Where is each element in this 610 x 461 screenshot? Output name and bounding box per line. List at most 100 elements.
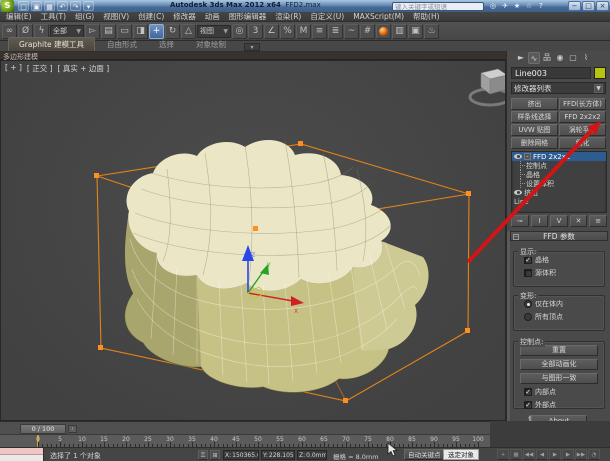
open-file-icon[interactable]: ▣ [31, 1, 42, 11]
ffd-parameters-rollout-header[interactable]: − FFD 参数 [510, 231, 608, 241]
stack-item-2[interactable]: Line [512, 197, 606, 206]
stack-item-1[interactable]: 挤出 [512, 188, 606, 197]
outside-points-row[interactable]: ✓ 外部点 [524, 400, 604, 410]
workspace-dropdown-icon[interactable]: ▾ [83, 1, 94, 11]
only-in-volume-radio[interactable] [524, 300, 532, 308]
next-frame-arrow[interactable]: › [68, 424, 77, 433]
modifier-button-6[interactable]: 删除网格 [511, 137, 558, 149]
window-crossing-icon[interactable]: ◨ [133, 23, 148, 39]
object-name-field[interactable]: Line003 [511, 67, 591, 79]
modifier-button-5[interactable]: 涡轮平滑 [559, 124, 606, 136]
save-file-icon[interactable]: ▦ [44, 1, 55, 11]
undo-icon[interactable]: ↶ [57, 1, 68, 11]
tab-create[interactable]: ► [515, 52, 527, 64]
maxscript-mini-listener[interactable] [0, 448, 44, 461]
tab-display[interactable]: ▢ [567, 52, 579, 64]
use-pivot-point-icon[interactable]: ◎ [232, 23, 247, 39]
modifier-button-1[interactable]: FFD(长方体) [559, 98, 606, 110]
tab-hierarchy[interactable]: 品 [541, 52, 553, 64]
menu-item-2[interactable]: 组(G) [75, 11, 94, 22]
viewport-shading-menu[interactable]: [ 真实 + 边面 ] [58, 63, 110, 74]
ribbon-tab-1[interactable]: 自由形式 [97, 38, 147, 51]
subscription-icon[interactable]: ✈ [500, 1, 510, 11]
reference-coordinate-dropdown[interactable]: 视图 ▼ [197, 24, 231, 38]
rectangular-selection-region-icon[interactable]: ▭ [117, 23, 132, 39]
menu-item-8[interactable]: 渲染(R) [275, 11, 301, 22]
help-icon[interactable]: ? [536, 1, 546, 11]
go-to-end-icon[interactable]: ▶▶ [575, 449, 587, 460]
visibility-eye-icon[interactable] [514, 154, 522, 159]
menu-item-1[interactable]: 工具(T) [41, 11, 66, 22]
ribbon-tab-3[interactable]: 对象绘制 [186, 38, 236, 51]
conform-to-shape-button[interactable]: 与图形一致 [520, 373, 598, 384]
all-vertices-radio[interactable] [524, 313, 532, 321]
new-file-icon[interactable]: □ [18, 1, 29, 11]
y-coordinate-field[interactable]: Y:228.105mm [261, 450, 295, 460]
modifier-button-3[interactable]: FFD 2x2x2 [559, 111, 606, 123]
inside-points-checkbox[interactable]: ✓ [524, 388, 532, 396]
favorites-icon[interactable]: ☆ [524, 1, 534, 11]
track-bar-ruler[interactable]: 0 5 10 15 20 25 30 35 40 45 50 55 60 65 70 75 80 85 90 95 10… [0, 434, 490, 447]
render-production-icon[interactable]: ♨ [424, 23, 439, 39]
select-and-scale-icon[interactable]: △ [181, 23, 196, 39]
angle-snap-icon[interactable]: ∠ [264, 23, 279, 39]
remove-modifier-icon[interactable]: ✕ [569, 215, 588, 227]
animate-all-button[interactable]: 全部动画化 [520, 359, 598, 370]
rendered-frame-icon[interactable]: ▣ [408, 23, 423, 39]
redo-icon[interactable]: ↷ [70, 1, 81, 11]
show-end-result-icon[interactable]: I [530, 215, 549, 227]
snaps-toggle-icon[interactable]: 3 [248, 23, 263, 39]
layer-manager-icon[interactable]: ≣ [328, 23, 343, 39]
select-and-move-icon[interactable]: + [149, 23, 164, 39]
modifier-button-2[interactable]: 样条线选择 [511, 111, 558, 123]
source-volume-checkbox-row[interactable]: 源体积 [524, 268, 604, 278]
source-volume-checkbox[interactable] [524, 269, 532, 277]
prev-frame-icon[interactable]: ◀ [536, 449, 548, 460]
menu-item-11[interactable]: 帮助(H) [413, 11, 440, 22]
viewport-general-menu[interactable]: [ + ] [5, 63, 22, 74]
play-icon[interactable]: ▶ [549, 449, 561, 460]
pin-stack-icon[interactable]: ⊸ [511, 215, 529, 227]
set-key-icon[interactable]: + [497, 449, 509, 460]
menu-item-3[interactable]: 视图(V) [103, 11, 129, 22]
communication-icon[interactable]: ★ [512, 1, 522, 11]
x-coordinate-field[interactable]: X:150365.638mm [223, 450, 259, 460]
render-setup-icon[interactable]: ▥ [392, 23, 407, 39]
listener-line[interactable] [0, 455, 43, 461]
mirror-icon[interactable]: M [296, 23, 311, 39]
z-coordinate-field[interactable]: Z: 0.0mm [297, 450, 327, 460]
selection-lock-icon[interactable]: ⚿ [198, 450, 208, 460]
visibility-eye-icon[interactable] [514, 190, 522, 195]
viewport-pov-menu[interactable]: [ 正交 ] [27, 63, 53, 74]
modifier-list-dropdown[interactable]: 修改器列表 ▼ [511, 82, 606, 94]
selected-objects-button[interactable]: 选定对象 [443, 449, 479, 460]
inside-points-row[interactable]: ✓ 内部点 [524, 387, 604, 397]
tab-modify[interactable]: ∿ [528, 52, 540, 64]
curve-editor-icon[interactable]: ~ [344, 23, 359, 39]
ribbon-minimize-button[interactable]: ▾ [244, 43, 261, 51]
key-filters-icon[interactable]: ▦ [510, 449, 522, 460]
next-frame-icon[interactable]: ▶ [562, 449, 574, 460]
infocenter-search-input[interactable]: 键入关键字或短语 [392, 1, 484, 11]
time-config-icon[interactable]: ◔ [588, 449, 600, 460]
menu-item-5[interactable]: 修改器 [173, 11, 196, 22]
modifier-button-7[interactable]: 细化 [559, 137, 606, 149]
modifier-button-4[interactable]: UVW 贴图 [511, 124, 558, 136]
modifier-button-0[interactable]: 挤出 [511, 98, 558, 110]
select-by-name-icon[interactable]: ▤ [101, 23, 116, 39]
material-editor-icon[interactable] [376, 23, 391, 39]
schematic-view-icon[interactable]: # [360, 23, 375, 39]
viewport[interactable]: [ + ] [ 正交 ] [ 真实 + 边面 ] Z Y X [0, 60, 506, 421]
outside-points-checkbox[interactable]: ✓ [524, 401, 532, 409]
viewcube[interactable] [468, 68, 506, 107]
maximize-button[interactable]: □ [582, 1, 595, 11]
menu-item-4[interactable]: 创建(C) [138, 11, 164, 22]
menu-item-7[interactable]: 图形编辑器 [229, 11, 267, 22]
all-vertices-radio-row[interactable]: 所有顶点 [524, 312, 604, 322]
go-to-start-icon[interactable]: ◀◀ [523, 449, 535, 460]
absolute-mode-icon[interactable]: ⊞ [210, 450, 220, 460]
menu-item-0[interactable]: 编辑(E) [6, 11, 32, 22]
tab-motion[interactable]: ◉ [554, 52, 566, 64]
auto-key-button[interactable]: 自动关键点 [404, 449, 445, 460]
lattice-checkbox[interactable]: ✓ [524, 256, 532, 264]
